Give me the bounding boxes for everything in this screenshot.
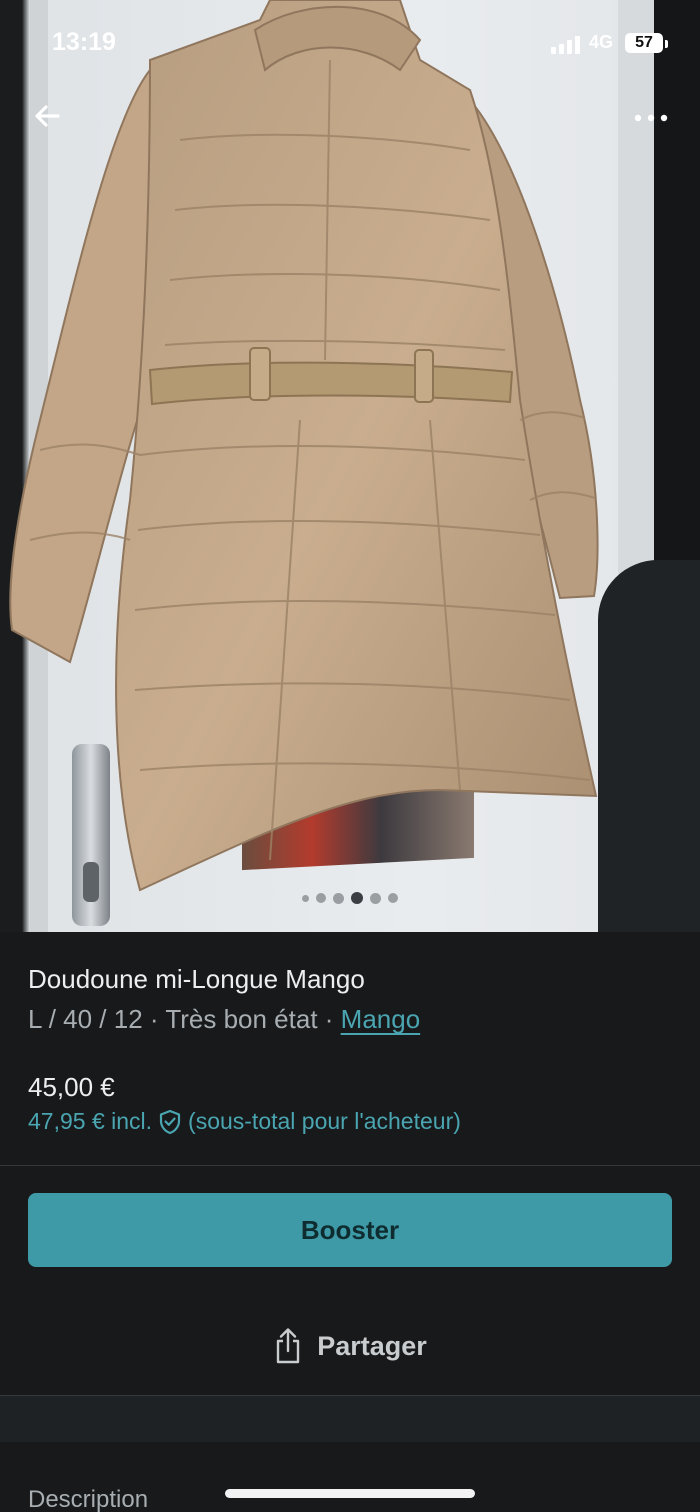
product-photo[interactable]: 13:19 4G 57 [0, 0, 700, 932]
back-button[interactable] [28, 96, 68, 136]
carousel-dot[interactable] [388, 893, 398, 903]
home-indicator[interactable] [225, 1489, 475, 1498]
share-icon [277, 1328, 300, 1364]
brand-link[interactable]: Mango [341, 1004, 421, 1034]
status-time: 13:19 [52, 28, 116, 56]
carousel-dot[interactable] [333, 892, 344, 904]
battery-icon: 57 [625, 33, 663, 53]
coat-image [9, 0, 599, 892]
item-title: Doudoune mi-Longue Mango [28, 964, 365, 994]
item-details: L / 40 / 12 · Très bon état · Mango [28, 1004, 420, 1035]
description-heading: Description [28, 1486, 149, 1512]
back-arrow-icon [35, 105, 60, 127]
item-info: Doudoune mi-Longue Mango L / 40 / 12 · T… [0, 932, 700, 1165]
carousel-dot[interactable] [302, 894, 309, 902]
signal-icon [551, 36, 580, 54]
item-size-condition: L / 40 / 12 · Très bon état · [28, 1004, 341, 1034]
price-incl-protection[interactable]: 47,95 € incl. (sous-total pour l'acheteu… [28, 1108, 461, 1135]
more-dots-icon [634, 114, 668, 122]
share-button[interactable]: Partager [0, 1326, 700, 1366]
description-section: Description [0, 1442, 700, 1512]
network-type: 4G [589, 32, 614, 52]
status-bar: 13:19 4G 57 [0, 28, 700, 58]
more-options-button[interactable] [628, 100, 676, 136]
price-note: (sous-total pour l'acheteur) [188, 1108, 461, 1134]
shield-check-icon [159, 1109, 181, 1134]
carousel-indicator [0, 892, 700, 904]
booster-button[interactable]: Booster [28, 1193, 672, 1267]
share-label: Partager [317, 1330, 427, 1361]
carousel-dot[interactable] [370, 892, 381, 904]
carousel-dot-active[interactable] [351, 892, 363, 904]
battery-tip [665, 40, 668, 48]
item-price: 45,00 € [28, 1072, 115, 1102]
price-incl-value: 47,95 € incl. [28, 1108, 153, 1134]
section-gap [0, 1396, 700, 1442]
carousel-dot[interactable] [316, 893, 326, 903]
seller-actions: Booster Partager [0, 1166, 700, 1396]
